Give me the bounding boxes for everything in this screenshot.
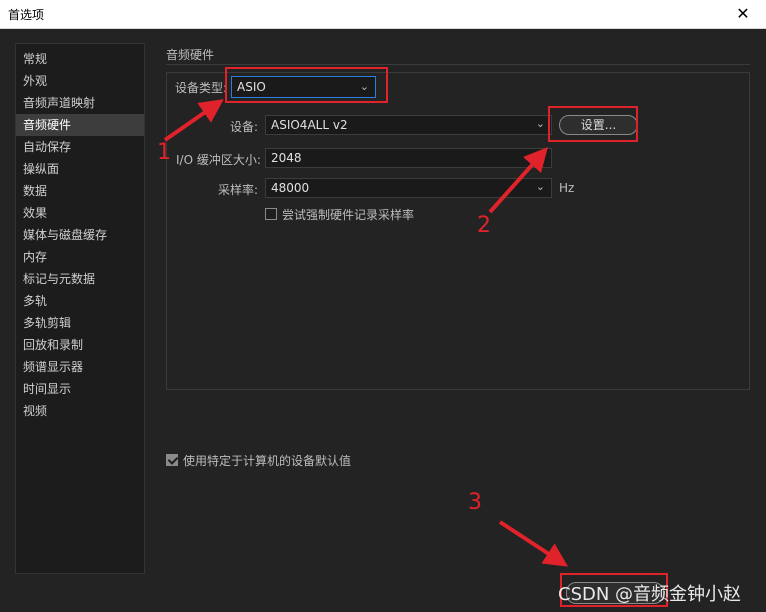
arrow-3 <box>498 520 569 567</box>
annotation-arrows <box>163 99 569 567</box>
watermark: CSDN @音频金钟小赵 <box>558 584 742 605</box>
arrow-1 <box>163 99 224 142</box>
annotation-number-1: 1 <box>157 140 171 165</box>
annotation-number-3: 3 <box>468 490 482 515</box>
arrow-2 <box>488 147 548 214</box>
annotation-number-2: 2 <box>477 213 491 238</box>
